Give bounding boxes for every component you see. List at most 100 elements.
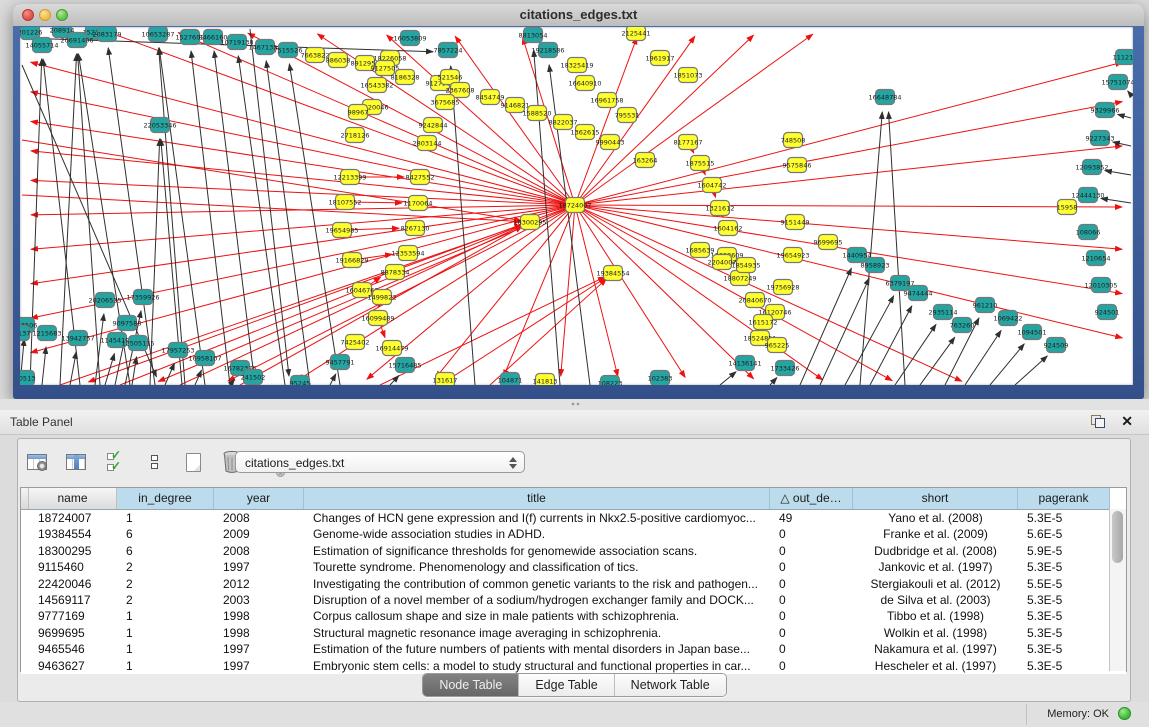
graph-node[interactable]: 886038 — [326, 53, 351, 68]
graph-node[interactable]: 748508 — [781, 133, 806, 148]
table-row[interactable]: 911546021997Tourette syndrome. Phenomeno… — [21, 559, 1126, 575]
vertical-scrollbar[interactable] — [1109, 509, 1126, 671]
cell[interactable]: 1 — [117, 658, 214, 674]
graph-node[interactable]: 9242844 — [419, 118, 448, 133]
graph-node[interactable]: 141813 — [533, 374, 558, 386]
table-row[interactable]: 1872400712008Changes of HCN gene express… — [21, 510, 1126, 526]
scrollbar-thumb[interactable] — [1112, 511, 1123, 563]
cell[interactable]: Jankovic et al. (1997) — [853, 559, 1018, 575]
graph-node[interactable]: 18107552 — [328, 195, 361, 210]
cell[interactable]: 0 — [770, 641, 853, 657]
split-divider[interactable] — [0, 399, 1149, 410]
table-row[interactable]: 946554611997Estimation of the future num… — [21, 641, 1126, 657]
cell[interactable]: 2008 — [214, 543, 304, 559]
tab-edge-table[interactable]: Edge Table — [519, 674, 614, 696]
graph-node[interactable]: 108066 — [1076, 225, 1101, 240]
column-header-2[interactable]: year — [214, 488, 304, 509]
cell[interactable]: Estimation of the future numbers of pati… — [304, 641, 770, 657]
graph-node[interactable]: 9457791 — [326, 355, 355, 370]
graph-node[interactable]: 1362615 — [571, 125, 600, 140]
graph-node[interactable]: 1875515 — [686, 156, 715, 171]
float-panel-icon[interactable] — [1091, 415, 1105, 428]
cell[interactable]: Tibbo et al. (1998) — [853, 608, 1018, 624]
graph-node[interactable]: 7857224 — [434, 43, 463, 58]
network-canvas[interactable]: 2012262089141523761405571420691406208317… — [20, 27, 1133, 385]
graph-node[interactable]: 95245 — [290, 376, 311, 386]
cell[interactable]: 2012 — [214, 576, 304, 592]
column-header-6[interactable]: pagerank — [1018, 488, 1110, 509]
column-header-1[interactable]: in_degree — [117, 488, 214, 509]
row-height-button[interactable] — [139, 447, 169, 477]
tab-node-table[interactable]: Node Table — [423, 674, 519, 696]
cell[interactable]: de Silva et al. (2003) — [853, 592, 1018, 608]
graph-node[interactable]: 1321612 — [706, 201, 735, 216]
graph-node[interactable]: 131617 — [433, 373, 458, 386]
graph-node[interactable]: 2718126 — [341, 128, 370, 143]
close-panel-icon[interactable]: ✕ — [1121, 413, 1133, 430]
tab-network-table[interactable]: Network Table — [615, 674, 726, 696]
graph-node[interactable]: 12010305 — [1084, 278, 1117, 293]
graph-node[interactable]: 12093852 — [1075, 160, 1108, 175]
cell[interactable]: 2 — [117, 576, 214, 592]
graph-node[interactable]: 15958 — [1057, 200, 1078, 215]
graph-node[interactable]: 102383 — [648, 371, 673, 386]
graph-node[interactable]: 8177167 — [674, 135, 703, 150]
graph-node[interactable]: 9575846 — [783, 158, 812, 173]
cell[interactable]: 18300295 — [29, 543, 117, 559]
graph-node[interactable]: 8822037 — [549, 115, 578, 130]
graph-node[interactable]: 16640910 — [568, 76, 601, 91]
divider-grip-icon[interactable] — [570, 402, 580, 407]
graph-node[interactable]: 90513 — [20, 371, 35, 386]
cell[interactable]: 5.6E-5 — [1018, 526, 1110, 542]
cell[interactable]: 1998 — [214, 625, 304, 641]
cell[interactable]: 2008 — [214, 510, 304, 526]
graph-node[interactable]: 39137 — [20, 326, 30, 341]
graph-node[interactable]: 16961758 — [590, 93, 623, 108]
citation-graph[interactable]: 2012262089141523761405571420691406208317… — [20, 27, 1133, 385]
cell[interactable]: 1 — [117, 608, 214, 624]
cell[interactable]: 0 — [770, 608, 853, 624]
cell[interactable]: 5.3E-5 — [1018, 592, 1110, 608]
graph-node[interactable]: 2935114 — [929, 305, 958, 320]
cell[interactable]: 5.3E-5 — [1018, 658, 1110, 674]
cell[interactable]: 0 — [770, 576, 853, 592]
graph-node[interactable]: 22053346 — [143, 118, 176, 133]
graph-node[interactable]: 961210 — [973, 298, 998, 313]
cell[interactable]: Investigating the contribution of common… — [304, 576, 770, 592]
table-row[interactable]: 1938455462009Genome-wide association stu… — [21, 526, 1126, 542]
cell[interactable]: 9465546 — [29, 641, 117, 657]
graph-node[interactable]: 1604162 — [714, 221, 743, 236]
graph-node[interactable]: 2803144 — [413, 136, 442, 151]
cell[interactable]: 1997 — [214, 559, 304, 575]
graph-node[interactable]: 16053809 — [393, 31, 426, 46]
cell[interactable]: 2 — [117, 559, 214, 575]
cell[interactable]: Dudbridge et al. (2008) — [853, 543, 1018, 559]
graph-node[interactable]: 1961917 — [646, 51, 675, 66]
graph-node[interactable]: 111213 — [1113, 50, 1133, 65]
graph-node[interactable]: 1604742 — [698, 178, 727, 193]
cell[interactable]: 6 — [117, 543, 214, 559]
graph-node[interactable]: 795531 — [615, 108, 640, 123]
graph-node[interactable]: 19218586 — [531, 43, 564, 58]
graph-node[interactable]: 10653287 — [141, 27, 174, 42]
graph-node[interactable]: 108223 — [598, 376, 623, 386]
graph-node[interactable]: 924509 — [1044, 338, 1069, 353]
graph-node[interactable]: 1210654 — [1082, 251, 1111, 266]
cell[interactable]: 6 — [117, 526, 214, 542]
cell[interactable]: Yano et al. (2008) — [853, 510, 1018, 526]
graph-node[interactable]: 9151449 — [781, 215, 810, 230]
cell[interactable]: 5.3E-5 — [1018, 625, 1110, 641]
cell[interactable]: 2003 — [214, 592, 304, 608]
cell[interactable]: 18724007 — [29, 510, 117, 526]
cell[interactable]: Franke et al. (2009) — [853, 526, 1018, 542]
cell[interactable]: 49 — [770, 510, 853, 526]
cell[interactable]: 0 — [770, 625, 853, 641]
cell[interactable]: Estimation of significance thresholds fo… — [304, 543, 770, 559]
graph-node[interactable]: 15716485 — [388, 358, 421, 373]
cell[interactable]: 1997 — [214, 641, 304, 657]
table-row[interactable]: 1456911722003Disruption of a novel membe… — [21, 592, 1126, 608]
memory-ok-indicator[interactable] — [1118, 707, 1131, 720]
graph-node[interactable]: 763260 — [950, 318, 975, 333]
cell[interactable]: Changes of HCN gene expression and I(f) … — [304, 510, 770, 526]
cell[interactable]: 0 — [770, 543, 853, 559]
